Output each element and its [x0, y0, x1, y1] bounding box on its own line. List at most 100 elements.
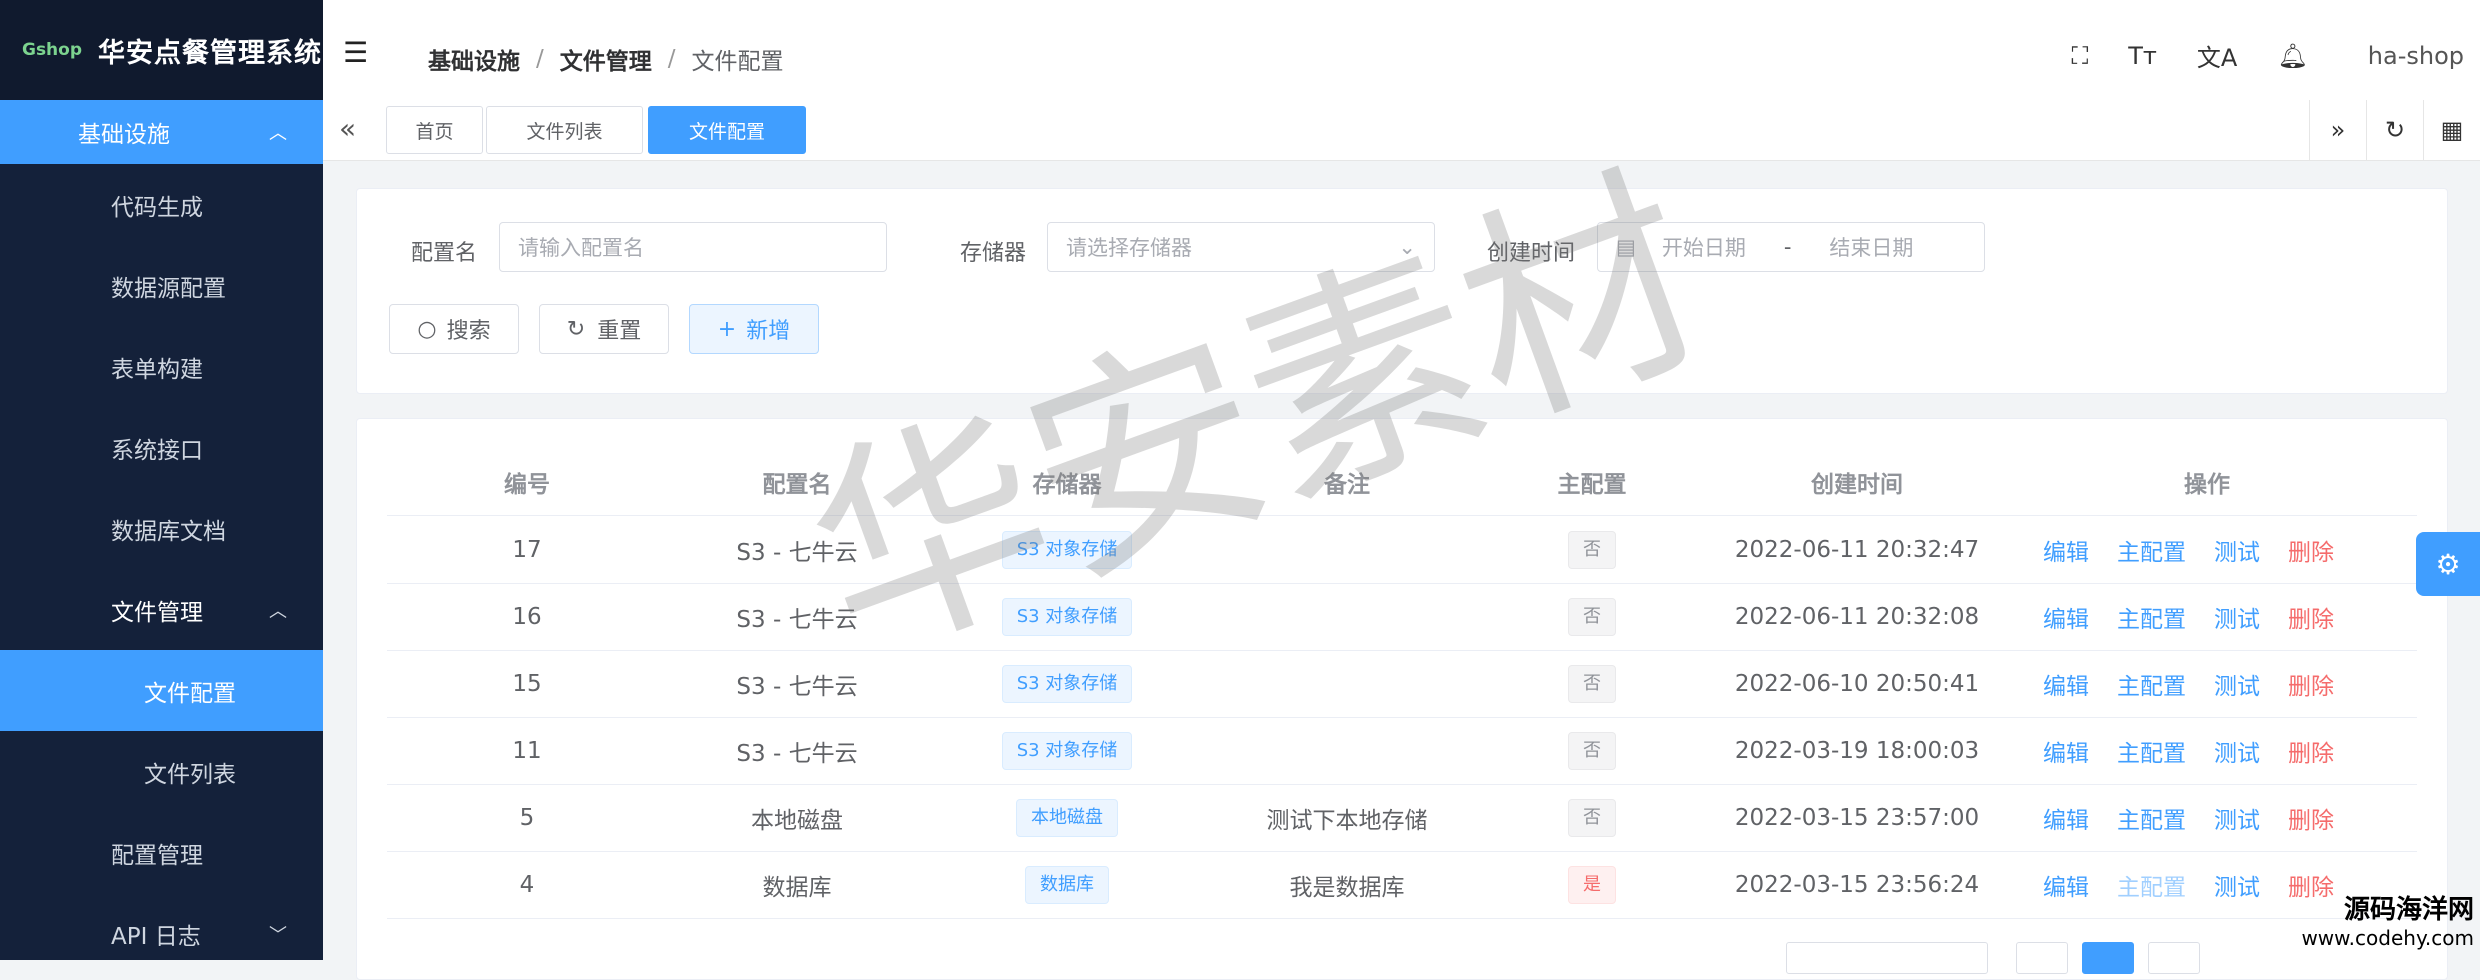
edit-link[interactable]: 编辑 — [2043, 600, 2089, 634]
sidebar-item-label: 文件列表 — [144, 761, 236, 788]
edit-link[interactable]: 编辑 — [2043, 734, 2089, 768]
add-button[interactable]: + 新增 — [689, 304, 819, 354]
sidebar-item-api[interactable]: 系统接口 — [0, 407, 323, 488]
cell-master: 否 — [1517, 650, 1667, 717]
settings-gear-icon[interactable]: ⚙ — [2416, 532, 2480, 596]
cell-remark — [1227, 650, 1467, 717]
column-header: 备注 — [1324, 472, 1370, 498]
translate-icon[interactable]: 文A — [2197, 38, 2237, 73]
hamburger-icon[interactable]: ☰ — [343, 36, 368, 69]
test-link[interactable]: 测试 — [2214, 600, 2260, 634]
delete-link[interactable]: 删除 — [2288, 533, 2334, 567]
cell-name: S3 - 七牛云 — [736, 606, 858, 633]
tab-file-list[interactable]: 文件列表 — [486, 106, 643, 154]
cell-actions: 编辑 主配置 测试 删除 — [2027, 717, 2387, 784]
edit-link[interactable]: 编辑 — [2043, 868, 2089, 902]
cell-actions: 编辑 主配置 测试 删除 — [2027, 516, 2387, 583]
sidebar-item-infrastructure[interactable]: 基础设施 ︿ — [0, 100, 323, 164]
cell-master: 否 — [1517, 717, 1667, 784]
sidebar: Gshop 华安点餐管理系统 基础设施 ︿ 代码生成 数据源配置 表单构建 系统… — [0, 0, 323, 960]
sidebar-item-dbdoc[interactable]: 数据库文档 — [0, 488, 323, 569]
table-row: 17 S3 - 七牛云 S3 对象存储 否 2022-06-11 20:32:47 编辑主… — [387, 516, 2417, 584]
scroll-right-icon[interactable]: » — [2309, 100, 2366, 160]
grid-menu-icon[interactable]: ▦ — [2423, 100, 2480, 160]
cell-remark — [1227, 717, 1467, 784]
test-link[interactable]: 测试 — [2214, 533, 2260, 567]
breadcrumb-item[interactable]: 文件管理 — [560, 42, 652, 76]
font-size-icon[interactable]: Tт — [2128, 42, 2157, 70]
test-link[interactable]: 测试 — [2214, 734, 2260, 768]
cell-storage: S3 对象存储 — [957, 516, 1177, 583]
refresh-icon[interactable]: ↻ — [2366, 100, 2423, 160]
tab-file-config[interactable]: 文件配置 — [648, 106, 806, 154]
tab-home[interactable]: 首页 — [386, 106, 483, 154]
sidebar-item-file-config[interactable]: 文件配置 — [0, 650, 323, 731]
cell-id: 15 — [512, 670, 542, 697]
reset-button[interactable]: ↻ 重置 — [539, 304, 669, 354]
prev-page-button[interactable] — [2016, 942, 2068, 974]
delete-link[interactable]: 删除 — [2288, 734, 2334, 768]
cell-actions: 编辑 主配置 测试 删除 — [2027, 650, 2387, 717]
page-button[interactable] — [2148, 942, 2200, 974]
sidebar-item-label: 配置管理 — [111, 842, 203, 869]
storage-tag: S3 对象存储 — [1001, 731, 1133, 770]
page-size-select[interactable] — [1786, 942, 1988, 974]
create-time-label: 创建时间 — [1487, 241, 1576, 266]
delete-link[interactable]: 删除 — [2288, 600, 2334, 634]
config-name-label: 配置名 — [411, 241, 478, 266]
set-master-link[interactable]: 主配置 — [2117, 667, 2186, 701]
test-link[interactable]: 测试 — [2214, 868, 2260, 902]
breadcrumb-item[interactable]: 基础设施 — [428, 42, 520, 76]
edit-link[interactable]: 编辑 — [2043, 801, 2089, 835]
sidebar-item-config-management[interactable]: 配置管理 — [0, 812, 323, 893]
cell-name: 数据库 — [762, 874, 832, 901]
sidebar-item-label: 表单构建 — [111, 356, 203, 383]
sidebar-item-datasource[interactable]: 数据源配置 — [0, 245, 323, 326]
sidebar-item-api-log[interactable]: API 日志 ﹀ — [0, 893, 323, 960]
sidebar-item-codegen[interactable]: 代码生成 — [0, 164, 323, 245]
date-range-picker[interactable]: ▤ 开始日期 - 结束日期 — [1597, 222, 1985, 272]
storage-select[interactable]: 请选择存储器 ⌄ — [1047, 222, 1435, 272]
cell-actions: 编辑 主配置 测试 删除 — [2027, 583, 2387, 650]
bell-icon[interactable]: 🔔︎ — [2277, 42, 2307, 70]
sidebar-item-file-list[interactable]: 文件列表 — [0, 731, 323, 812]
storage-tag: 数据库 — [1025, 865, 1109, 904]
sidebar-item-formbuilder[interactable]: 表单构建 — [0, 326, 323, 407]
set-master-link[interactable]: 主配置 — [2117, 734, 2186, 768]
user-name[interactable]: ha-shop — [2368, 42, 2464, 70]
cell-time: 2022-06-10 20:50:41 — [1734, 670, 1980, 697]
tabs-actions: » ↻ ▦ — [2309, 100, 2480, 160]
set-master-link[interactable]: 主配置 — [2117, 868, 2186, 902]
delete-link[interactable]: 删除 — [2288, 801, 2334, 835]
edit-link[interactable]: 编辑 — [2043, 667, 2089, 701]
scroll-left-icon[interactable]: « — [339, 112, 356, 145]
edit-link[interactable]: 编辑 — [2043, 533, 2089, 567]
storage-placeholder: 请选择存储器 — [1066, 236, 1192, 260]
table-row: 15 S3 - 七牛云 S3 对象存储 否 2022-06-10 20:50:41 编辑主… — [387, 650, 2417, 718]
start-date-placeholder: 开始日期 — [1661, 236, 1746, 260]
search-button[interactable]: ○ 搜索 — [389, 304, 519, 354]
cell-remark: 我是数据库 — [1289, 874, 1405, 901]
fullscreen-icon[interactable]: ⛶ — [2071, 42, 2088, 70]
test-link[interactable]: 测试 — [2214, 801, 2260, 835]
brand-title: 华安点餐管理系统 — [98, 37, 322, 69]
page-button[interactable] — [2082, 942, 2134, 974]
set-master-link[interactable]: 主配置 — [2117, 533, 2186, 567]
set-master-link[interactable]: 主配置 — [2117, 600, 2186, 634]
cell-name: S3 - 七牛云 — [736, 539, 858, 566]
config-name-input[interactable]: 请输入配置名 — [499, 222, 887, 272]
delete-link[interactable]: 删除 — [2288, 667, 2334, 701]
search-button-label: 搜索 — [446, 319, 491, 344]
set-master-link[interactable]: 主配置 — [2117, 801, 2186, 835]
cell-id: 17 — [512, 536, 542, 563]
table-card: 编号 配置名 存储器 备注 主配置 创建时间 操作 17 S3 - 七牛云 S3 对… — [356, 418, 2448, 980]
column-header: 存储器 — [1032, 472, 1102, 498]
cell-storage: S3 对象存储 — [957, 717, 1177, 784]
cell-storage: S3 对象存储 — [957, 583, 1177, 650]
test-link[interactable]: 测试 — [2214, 667, 2260, 701]
sidebar-item-file-management[interactable]: 文件管理 ︿ — [0, 569, 323, 650]
range-separator: - — [1783, 235, 1792, 259]
master-tag: 是 — [1568, 865, 1616, 904]
cell-storage: 数据库 — [957, 851, 1177, 918]
cell-time: 2022-03-15 23:57:00 — [1734, 804, 1980, 831]
